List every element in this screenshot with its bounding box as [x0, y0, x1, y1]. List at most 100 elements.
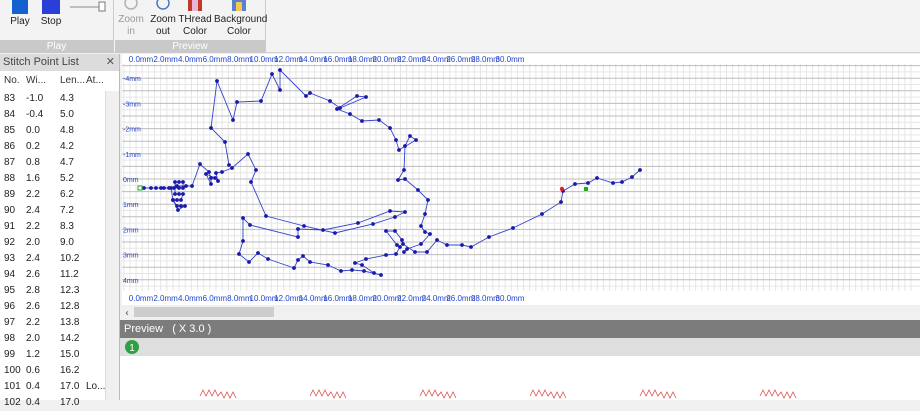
- row-no: 92: [4, 237, 16, 248]
- col-length[interactable]: Len...: [60, 71, 85, 91]
- table-row[interactable]: 83 -1.0 4.3: [0, 91, 119, 107]
- row-length: 4.2: [60, 141, 74, 152]
- table-row[interactable]: 102 0.4 17.0: [0, 395, 119, 411]
- row-width: 2.4: [26, 205, 40, 216]
- row-width: 2.0: [26, 237, 40, 248]
- table-row[interactable]: 97 2.2 13.8: [0, 315, 119, 331]
- stop-button[interactable]: Stop: [38, 0, 64, 28]
- stitch-point: [176, 208, 180, 212]
- row-width: 2.6: [26, 269, 40, 280]
- stitch-point: [400, 238, 404, 242]
- stitch-point: [348, 112, 352, 116]
- row-length: 17.0: [60, 381, 80, 392]
- stitch-point: [142, 186, 146, 190]
- stitch-canvas-svg[interactable]: 0.0mm0.0mm2.0mm2.0mm4.0mm4.0mm6.0mm6.0mm…: [122, 54, 920, 319]
- stitch-point: [350, 268, 354, 272]
- preview-stitch-motif: [419, 389, 457, 399]
- stitch-point: [296, 258, 300, 262]
- ruler-label: 4.0mm: [178, 55, 203, 64]
- current-point-marker: [559, 186, 565, 192]
- row-width: 0.0: [26, 125, 40, 136]
- col-width[interactable]: Wi...: [26, 71, 46, 91]
- stitch-point: [296, 235, 300, 239]
- zoom-out-button[interactable]: Zoom out: [149, 0, 177, 38]
- stitch-point: [394, 252, 398, 256]
- stitch-point: [372, 271, 376, 275]
- badge-icon[interactable]: 1: [124, 339, 140, 355]
- stitch-point-list-header: Stitch Point List ✕: [0, 54, 119, 71]
- play-button[interactable]: Play: [6, 0, 34, 28]
- ruler-label: 4mm: [123, 278, 139, 285]
- background-color-button[interactable]: Background Color: [214, 0, 267, 38]
- row-length: 14.2: [60, 333, 80, 344]
- row-no: 94: [4, 269, 16, 280]
- table-row[interactable]: 84 -0.4 5.0: [0, 107, 119, 123]
- background-color-label-2: Color: [227, 26, 251, 37]
- ruler-label: 1mm: [123, 202, 139, 209]
- table-row[interactable]: 90 2.4 7.2: [0, 203, 119, 219]
- table-row[interactable]: 85 0.0 4.8: [0, 123, 119, 139]
- stitch-point: [177, 192, 181, 196]
- table-row[interactable]: 95 2.8 12.3: [0, 283, 119, 299]
- stitch-point: [154, 186, 158, 190]
- stitch-point: [179, 204, 183, 208]
- stitch-point: [355, 94, 359, 98]
- col-no[interactable]: No.: [4, 71, 20, 91]
- table-row[interactable]: 98 2.0 14.2: [0, 331, 119, 347]
- stitch-canvas[interactable]: 0.0mm 0.0mm 2.0mm 2.0mm 4.0mm 4.0mm 6.0mm 6.0mm…: [122, 54, 920, 319]
- stitch-point: [353, 261, 357, 265]
- ruler-label: 8.0mm: [227, 294, 252, 303]
- table-row[interactable]: 101 0.4 17.0 Lo...: [0, 379, 119, 395]
- table-row[interactable]: 87 0.8 4.7: [0, 155, 119, 171]
- table-row[interactable]: 100 0.6 16.2: [0, 363, 119, 379]
- stitch-point: [169, 186, 173, 190]
- table-row[interactable]: 96 2.6 12.8: [0, 299, 119, 315]
- stitch-point: [266, 257, 270, 261]
- preview-group-label: Preview: [115, 40, 265, 53]
- table-row[interactable]: 94 2.6 11.2: [0, 267, 119, 283]
- row-length: 4.8: [60, 125, 74, 136]
- row-no: 84: [4, 109, 16, 120]
- speed-slider[interactable]: [70, 0, 110, 12]
- stitch-point: [264, 214, 268, 218]
- sidebar-scrollbar[interactable]: [105, 91, 119, 400]
- row-no: 87: [4, 157, 16, 168]
- stitch-point: [175, 184, 179, 188]
- stitch-point: [402, 250, 406, 254]
- stitch-point: [573, 182, 577, 186]
- table-row[interactable]: 91 2.2 8.3: [0, 219, 119, 235]
- ruler-label: 2.0mm: [153, 55, 178, 64]
- col-attribute[interactable]: At...: [86, 71, 104, 91]
- stitch-point: [215, 79, 219, 83]
- close-icon[interactable]: ✕: [106, 54, 115, 71]
- row-width: 0.2: [26, 141, 40, 152]
- stitch-point: [469, 245, 473, 249]
- table-row[interactable]: 93 2.4 10.2: [0, 251, 119, 267]
- row-width: 2.0: [26, 333, 40, 344]
- row-no: 101: [4, 381, 21, 392]
- stitch-point: [231, 118, 235, 122]
- stitch-point: [428, 232, 432, 236]
- ruler-label: 8.0mm: [227, 55, 252, 64]
- stitch-point: [183, 204, 187, 208]
- ruler-label: 2mm: [123, 227, 139, 234]
- ruler-label: -4mm: [123, 76, 141, 83]
- thread-color-button[interactable]: THread Color: [178, 0, 212, 38]
- column-headers: No. Wi... Len... At...: [0, 71, 119, 91]
- table-row[interactable]: 99 1.2 15.0: [0, 347, 119, 363]
- stitch-point: [175, 204, 179, 208]
- stitch-point: [278, 88, 282, 92]
- panel-title: Stitch Point List: [3, 56, 79, 68]
- stitch-point: [403, 177, 407, 181]
- table-row[interactable]: 86 0.2 4.2: [0, 139, 119, 155]
- stitch-point: [620, 180, 624, 184]
- stitch-point: [460, 243, 464, 247]
- zoom-in-button[interactable]: Zoom in: [117, 0, 145, 38]
- table-row[interactable]: 88 1.6 5.2: [0, 171, 119, 187]
- table-row[interactable]: 92 2.0 9.0: [0, 235, 119, 251]
- ruler-label: -1mm: [123, 152, 141, 159]
- stitch-point: [248, 223, 252, 227]
- stitch-point: [328, 99, 332, 103]
- table-row[interactable]: 89 2.2 6.2: [0, 187, 119, 203]
- row-no: 96: [4, 301, 16, 312]
